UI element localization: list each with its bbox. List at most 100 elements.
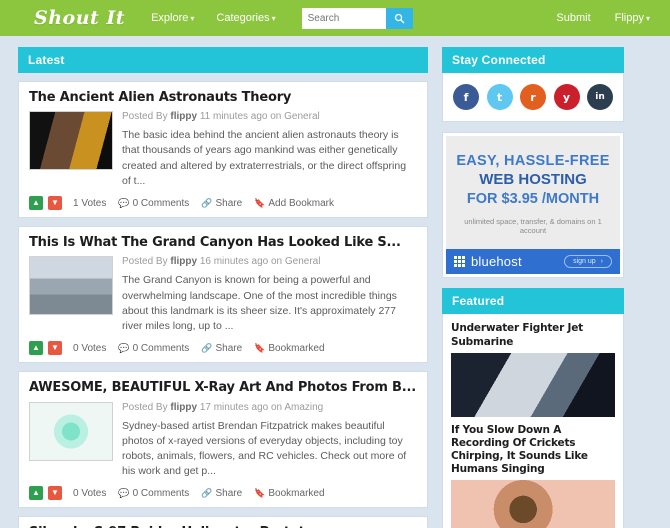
article-excerpt: The Grand Canyon is known for being a po… [122, 274, 397, 333]
article-title[interactable]: The Ancient Alien Astronauts Theory [29, 90, 417, 106]
facebook-icon[interactable]: f [453, 84, 479, 110]
share-icon: 🔗 [201, 342, 213, 353]
vote-count: 1 Votes [73, 198, 106, 209]
vote-count: 0 Votes [73, 343, 106, 354]
article-thumbnail[interactable] [29, 111, 113, 171]
youtube-glyph: y [562, 90, 571, 104]
meta-prefix: Posted By [122, 256, 168, 268]
search-input[interactable] [301, 7, 386, 29]
ad-headline-2: WEB HOSTING [479, 171, 587, 189]
featured-title[interactable]: Underwater Fighter Jet Submarine [451, 322, 615, 348]
stay-connected-header: Stay Connected [442, 47, 624, 73]
comments-label: 0 Comments [132, 342, 190, 354]
comments-action[interactable]: 💬 0 Comments [118, 343, 189, 354]
search-bar [301, 7, 413, 29]
nav-item-user-menu[interactable]: Flippy ▾ [615, 12, 650, 24]
article-body: Posted By flippy 16 minutes ago on Gener… [29, 256, 417, 334]
bookmark-label: Add Bookmark [268, 197, 334, 209]
article-text: Posted By flippy 17 minutes ago on Amazi… [122, 402, 417, 480]
chevron-right-icon: › [600, 258, 603, 266]
linkedin-glyph: in [595, 92, 605, 102]
search-icon [394, 13, 404, 23]
article-actions: ▲ ▼ 0 Votes 💬 0 Comments 🔗 Share 🔖 Bookmark… [29, 486, 417, 501]
article-author[interactable]: flippy [170, 402, 197, 413]
downvote-button[interactable]: ▼ [48, 341, 62, 356]
downvote-button[interactable]: ▼ [48, 196, 62, 211]
featured-title[interactable]: If You Slow Down A Recording Of Crickets… [451, 424, 615, 477]
article-actions: ▲ ▼ 0 Votes 💬 0 Comments 🔗 Share 🔖 Bookmark… [29, 341, 417, 356]
bookmark-icon: 🔖 [254, 487, 266, 498]
vote-count-label: 1 Votes [73, 197, 107, 209]
chevron-down-icon: ▾ [190, 14, 195, 23]
featured-header: Featured [442, 288, 624, 315]
search-button[interactable] [385, 7, 413, 29]
ad-headline-3: FOR $3.95 /MONTH [466, 190, 600, 207]
social-links: f t r y in [451, 81, 615, 113]
bookmark-action[interactable]: 🔖 Bookmarked [254, 488, 324, 499]
nav-item-categories[interactable]: Categories ▾ [216, 12, 275, 24]
vote-count-label: 0 Votes [73, 487, 107, 499]
twitter-glyph: t [496, 90, 503, 104]
top-navigation-bar: Shout It Explore▾ Categories▾ Submit Fli… [0, 0, 670, 36]
article-card[interactable]: The Ancient Alien Astronauts Theory Post… [18, 81, 428, 219]
site-logo[interactable]: Shout It [34, 7, 125, 29]
comments-action[interactable]: 💬 0 Comments [118, 488, 189, 499]
social-links-box: f t r y in [442, 73, 624, 122]
ad-content: EASY, HASSLE-FREE WEB HOSTING FOR $3.95 … [446, 136, 620, 250]
article-meta: Posted By flippy 17 minutes ago on Amazi… [122, 402, 417, 414]
upvote-button[interactable]: ▲ [29, 196, 43, 211]
rss-icon[interactable]: r [520, 84, 546, 110]
bookmark-icon: 🔖 [254, 342, 266, 353]
ad-brand-name: bluehost [471, 254, 522, 270]
meta-prefix: Posted By [122, 401, 168, 413]
article-thumbnail[interactable] [29, 401, 113, 461]
featured-box: Underwater Fighter Jet Submarine If You … [442, 314, 624, 528]
article-card[interactable]: Sikorsky S-97 Raider Helicopter Prototyp… [18, 516, 428, 528]
sidebar: Stay Connected f t r y in EASY, HASSLE-F… [442, 47, 624, 528]
article-card[interactable]: AWESOME, BEAUTIFUL X-Ray Art And Photos … [18, 371, 428, 509]
youtube-icon[interactable]: y [553, 84, 580, 110]
featured-item[interactable]: Underwater Fighter Jet Submarine [451, 322, 615, 417]
nav-item-submit-label: Submit [556, 12, 591, 24]
ad-headline-1: EASY, HASSLE-FREE [456, 153, 610, 169]
comments-action[interactable]: 💬 0 Comments [118, 198, 189, 209]
bookmark-action[interactable]: 🔖 Bookmarked [254, 343, 324, 354]
nav-item-explore[interactable]: Explore ▾ [151, 12, 194, 24]
share-action[interactable]: 🔗 Share [201, 488, 242, 499]
share-action[interactable]: 🔗 Share [201, 343, 242, 354]
article-text: Posted By flippy 11 minutes ago on Gener… [122, 111, 417, 189]
comments-label: 0 Comments [132, 487, 190, 499]
article-body: Posted By flippy 11 minutes ago on Gener… [29, 111, 417, 189]
linkedin-icon[interactable]: in [587, 84, 613, 110]
article-card[interactable]: This Is What The Grand Canyon Has Looked… [18, 226, 428, 364]
main-column: Latest The Ancient Alien Astronauts Theo… [18, 47, 428, 528]
article-actions: ▲ ▼ 1 Votes 💬 0 Comments 🔗 Share 🔖 Add Book… [29, 196, 417, 211]
comment-icon: 💬 [118, 342, 130, 353]
share-action[interactable]: 🔗 Share [201, 198, 242, 209]
featured-item[interactable]: If You Slow Down A Recording Of Crickets… [451, 424, 615, 528]
article-author[interactable]: flippy [170, 256, 197, 267]
bookmark-label: Bookmarked [268, 342, 325, 354]
ad-signup-button[interactable]: sign up › [564, 255, 612, 269]
meta-prefix: Posted By [122, 111, 168, 123]
article-title[interactable]: AWESOME, BEAUTIFUL X-Ray Art And Photos … [29, 380, 417, 396]
featured-thumbnail[interactable] [451, 352, 615, 417]
upvote-button[interactable]: ▲ [29, 341, 43, 356]
downvote-button[interactable]: ▼ [48, 486, 62, 501]
latest-section-header: Latest [18, 47, 428, 73]
nav-right-group: Submit Flippy ▾ [532, 12, 650, 24]
advertisement-banner[interactable]: EASY, HASSLE-FREE WEB HOSTING FOR $3.95 … [442, 132, 624, 279]
article-title[interactable]: This Is What The Grand Canyon Has Looked… [29, 235, 417, 251]
ad-signup-label: sign up [573, 258, 596, 266]
nav-item-submit[interactable]: Submit [556, 12, 590, 24]
share-label: Share [215, 342, 243, 354]
featured-thumbnail[interactable] [451, 480, 615, 528]
upvote-button[interactable]: ▲ [29, 486, 43, 501]
bookmark-icon: 🔖 [254, 197, 266, 208]
twitter-icon[interactable]: t [486, 84, 513, 110]
chevron-down-icon: ▾ [271, 14, 276, 23]
share-label: Share [215, 197, 243, 209]
article-author[interactable]: flippy [170, 111, 197, 122]
bookmark-action[interactable]: 🔖 Add Bookmark [254, 198, 334, 209]
article-thumbnail[interactable] [29, 256, 113, 316]
